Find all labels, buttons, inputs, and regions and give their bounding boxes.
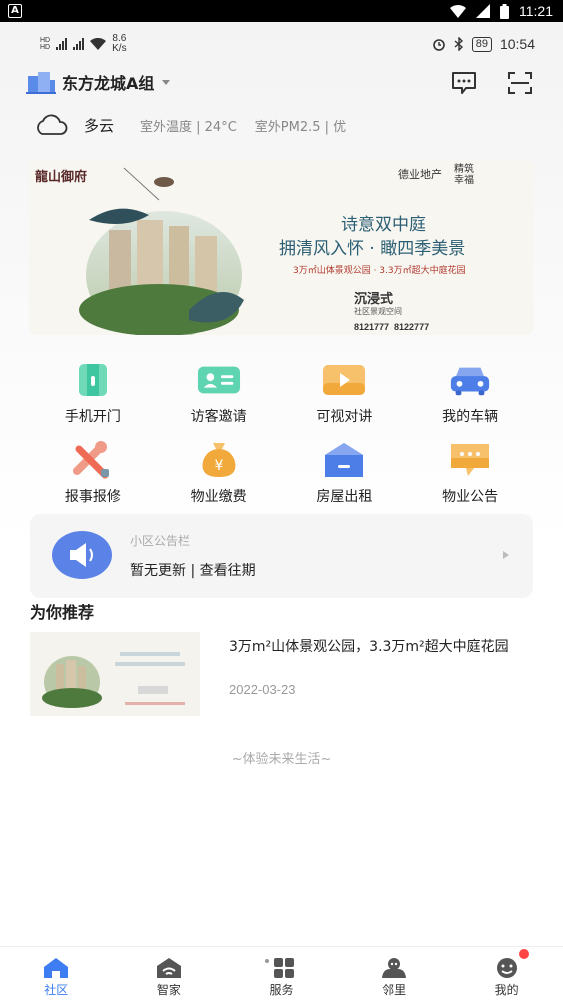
home-icon (44, 958, 69, 978)
quick-action-intercom[interactable]: 可视对讲 (282, 360, 408, 426)
hd-icon: HD HD (40, 37, 51, 51)
signal-strength-5g-icon (73, 38, 85, 50)
banner-hotline: 8121777 8122777 (354, 322, 430, 332)
network-speed-unit: K/s (112, 43, 127, 54)
visitor-card-icon (197, 360, 241, 400)
tab-services[interactable]: 服务 (225, 947, 338, 1000)
outdoor-pm25: 室外PM2.5 | 优 (254, 119, 347, 135)
alarm-icon (432, 39, 445, 51)
banner-headline-1: 诗意双中庭 (341, 215, 426, 235)
recommend-section-title: 为你推荐 (30, 603, 95, 622)
banner-developer: 德业地产 (398, 168, 442, 181)
device-status-bar: HD HD 8.6 K/s 89 10:54 (40, 34, 535, 56)
banner-showroom: 沉浸式 (354, 292, 394, 307)
notification-dot (518, 949, 529, 959)
quick-action-door[interactable]: 手机开门 (30, 360, 156, 426)
quick-action-label: 手机开门 (64, 409, 121, 425)
quick-action-label: 访客邀请 (190, 409, 247, 425)
notice-board-title: 小区公告栏 (130, 534, 191, 548)
car-icon (448, 360, 492, 400)
device-time: 10:54 (499, 36, 535, 52)
community-name: 东方龙城A组 (62, 74, 155, 93)
building-icon (26, 70, 56, 94)
recommend-thumbnail (30, 632, 200, 716)
quick-action-repair[interactable]: 报事报修 (30, 440, 156, 506)
quick-action-grid: 手机开门 访客邀请 可视对讲 我的车辆 报事报修 ¥ 物业缴费 房屋出租 物业公 (30, 360, 533, 506)
notice-board[interactable]: 小区公告栏 暂无更新 | 查看往期 (30, 514, 533, 598)
battery-icon (500, 3, 509, 19)
wifi-icon (90, 38, 107, 50)
megaphone-icon (52, 531, 112, 579)
notice-board-text[interactable]: 暂无更新 | 查看往期 (130, 560, 256, 580)
signal-strength-icon (56, 38, 68, 50)
chevron-down-icon (162, 79, 171, 85)
banner-subline: 3万㎡山体景观公园 · 3.3万㎡超大中庭花园 (293, 266, 466, 276)
tab-neighbors[interactable]: 邻里 (338, 947, 451, 1000)
quick-action-label: 报事报修 (64, 489, 121, 505)
quick-action-notice[interactable]: 物业公告 (407, 440, 533, 506)
community-selector[interactable]: 东方龙城A组 (26, 70, 171, 94)
scan-button[interactable] (506, 70, 536, 96)
quick-action-vehicle[interactable]: 我的车辆 (407, 360, 533, 426)
weather-bar: 多云 室外温度 | 24°C 室外PM2.5 | 优 (34, 114, 346, 136)
recommend-item-title: 3万m²山体景观公园，3.3万m²超大中庭花园 (229, 639, 509, 655)
message-button[interactable] (450, 70, 480, 96)
weather-condition: 多云 (84, 116, 115, 135)
bottom-tab-bar: 社区 智家 服务 邻里 我的 (0, 946, 563, 1000)
house-icon (322, 440, 366, 480)
quick-action-payment[interactable]: ¥ 物业缴费 (156, 440, 282, 506)
smart-home-icon (156, 958, 181, 978)
tab-label: 智家 (156, 983, 181, 997)
outdoor-temperature: 室外温度 | 24°C (140, 119, 237, 135)
bluetooth-icon (454, 37, 463, 51)
tab-label: 社区 (44, 983, 69, 997)
repair-icon (71, 440, 115, 480)
svg-text:¥: ¥ (214, 458, 223, 474)
system-status-bar: A 11:21 (0, 0, 563, 22)
app-screen: HD HD 8.6 K/s 89 10:54 东方龙城A组 多云 室外温度 | … (0, 22, 563, 1000)
tab-smart-home[interactable]: 智家 (113, 947, 226, 1000)
battery-level: 89 (471, 36, 492, 52)
quick-action-label: 可视对讲 (316, 409, 373, 425)
recommend-item[interactable]: 3万m²山体景观公园，3.3万m²超大中庭花园 2022-03-23 (30, 632, 533, 718)
video-icon (322, 360, 366, 400)
quick-action-label: 我的车辆 (442, 409, 499, 425)
notice-icon (448, 440, 492, 480)
banner-headline-2: 拥清风入怀 · 瞰四季美景 (279, 239, 466, 259)
banner-showroom-sub: 社区景观空间 (354, 307, 402, 316)
door-icon (71, 360, 115, 400)
quick-action-label: 物业公告 (442, 489, 499, 505)
app-notification-icon: A (8, 4, 22, 18)
banner-tagline-2: 幸福 (454, 175, 474, 186)
banner-brand: 龍山御府 (35, 170, 88, 185)
tab-community[interactable]: 社区 (0, 947, 113, 1000)
cellular-signal-icon (476, 4, 490, 18)
recommend-item-date: 2022-03-23 (229, 682, 296, 697)
quick-action-visitor[interactable]: 访客邀请 (156, 360, 282, 426)
banner-tagline-1: 精筑 (454, 164, 474, 175)
cloud-icon (37, 114, 68, 135)
profile-icon (496, 958, 517, 978)
tab-profile[interactable]: 我的 (450, 947, 563, 1000)
quick-action-label: 物业缴费 (190, 489, 247, 505)
quick-action-rental[interactable]: 房屋出租 (282, 440, 408, 506)
message-icon (452, 72, 476, 94)
neighbors-icon (382, 958, 407, 978)
tab-label: 我的 (494, 983, 519, 997)
services-grid-icon (265, 958, 295, 978)
wifi-icon (450, 5, 466, 18)
scan-icon (508, 72, 532, 94)
system-time: 11:21 (519, 3, 553, 19)
tab-label: 服务 (269, 983, 294, 997)
promo-banner[interactable]: 龍山御府 德业地产 精筑 幸福 诗意双中庭 拥清风入怀 · 瞰四季美景 3万㎡山… (29, 160, 534, 335)
footer-slogan: ~体验未来生活~ (231, 752, 332, 767)
quick-action-label: 房屋出租 (316, 489, 373, 505)
payment-icon: ¥ (197, 440, 241, 480)
chevron-right-icon (503, 551, 509, 559)
tab-label: 邻里 (382, 983, 407, 997)
